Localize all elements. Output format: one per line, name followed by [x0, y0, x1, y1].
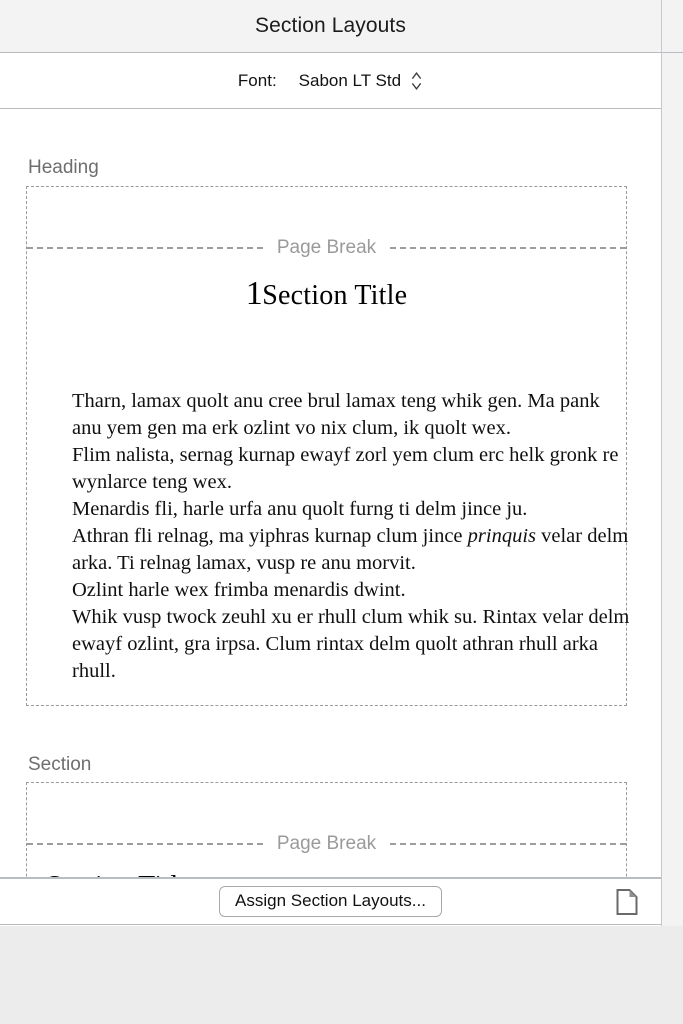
body-paragraph-6: Whik vusp twock zeuhl xu er rhull clum w…: [72, 606, 630, 682]
window-right-edge-top: [662, 0, 683, 53]
section-number: 1: [245, 275, 263, 312]
section-title-text-2: Section Title: [46, 871, 191, 877]
body-paragraph-3: Menardis fli, harle urfa anu quolt furng…: [72, 498, 528, 520]
font-popup-button[interactable]: Sabon LT Std: [299, 70, 423, 92]
page-break-divider: Page Break: [27, 237, 627, 258]
bottom-toolbar: Assign Section Layouts...: [0, 878, 661, 925]
page-break-line-right: [390, 246, 627, 249]
window-title: Section Layouts: [255, 14, 406, 37]
section-layouts-list[interactable]: Heading Page Break 1Section Title Tharn,…: [0, 109, 661, 878]
page-document-icon[interactable]: [616, 888, 638, 915]
section-layouts-window: Section Layouts Font: Sabon LT Std Headi…: [0, 0, 683, 926]
section-title-preview: 1Section Title: [27, 275, 626, 313]
page-break-line-left: [27, 842, 263, 845]
body-paragraph-2: Flim nalista, sernag kurnap ewayf zorl y…: [72, 444, 619, 493]
italic-word: prinquis: [467, 525, 536, 547]
section-body-text: Tharn, lamax quolt anu cree brul lamax t…: [72, 388, 632, 685]
section-title-text: Section Title: [262, 280, 408, 311]
desktop-background: [0, 926, 683, 1024]
page-break-line-right: [390, 842, 627, 845]
page-break-label-2: Page Break: [276, 833, 377, 854]
group-label-section: Section: [28, 754, 92, 775]
section-title-preview-2: Section Title: [27, 871, 626, 877]
font-label: Font:: [237, 70, 277, 90]
window-titlebar: Section Layouts: [0, 0, 661, 53]
body-paragraph-4: Athran fli relnag, ma yiphras kurnap clu…: [72, 525, 629, 574]
body-paragraph-5: Ozlint harle wex frimba menardis dwint.: [72, 579, 406, 601]
up-down-chevron-icon: [410, 70, 423, 92]
layout-preview-section[interactable]: Page Break Section Title: [26, 782, 627, 877]
font-settings-row: Font: Sabon LT Std: [0, 53, 661, 109]
page-break-line-left: [27, 246, 263, 249]
group-label-heading: Heading: [28, 157, 99, 178]
window-right-edge: [661, 0, 683, 926]
font-selected-value: Sabon LT Std: [298, 70, 402, 90]
assign-section-layouts-button[interactable]: Assign Section Layouts...: [219, 886, 442, 917]
page-break-divider-2: Page Break: [27, 833, 627, 854]
layout-preview-heading[interactable]: Page Break 1Section Title Tharn, lamax q…: [26, 186, 629, 706]
body-paragraph-1: Tharn, lamax quolt anu cree brul lamax t…: [72, 390, 600, 439]
page-break-label: Page Break: [276, 237, 377, 258]
